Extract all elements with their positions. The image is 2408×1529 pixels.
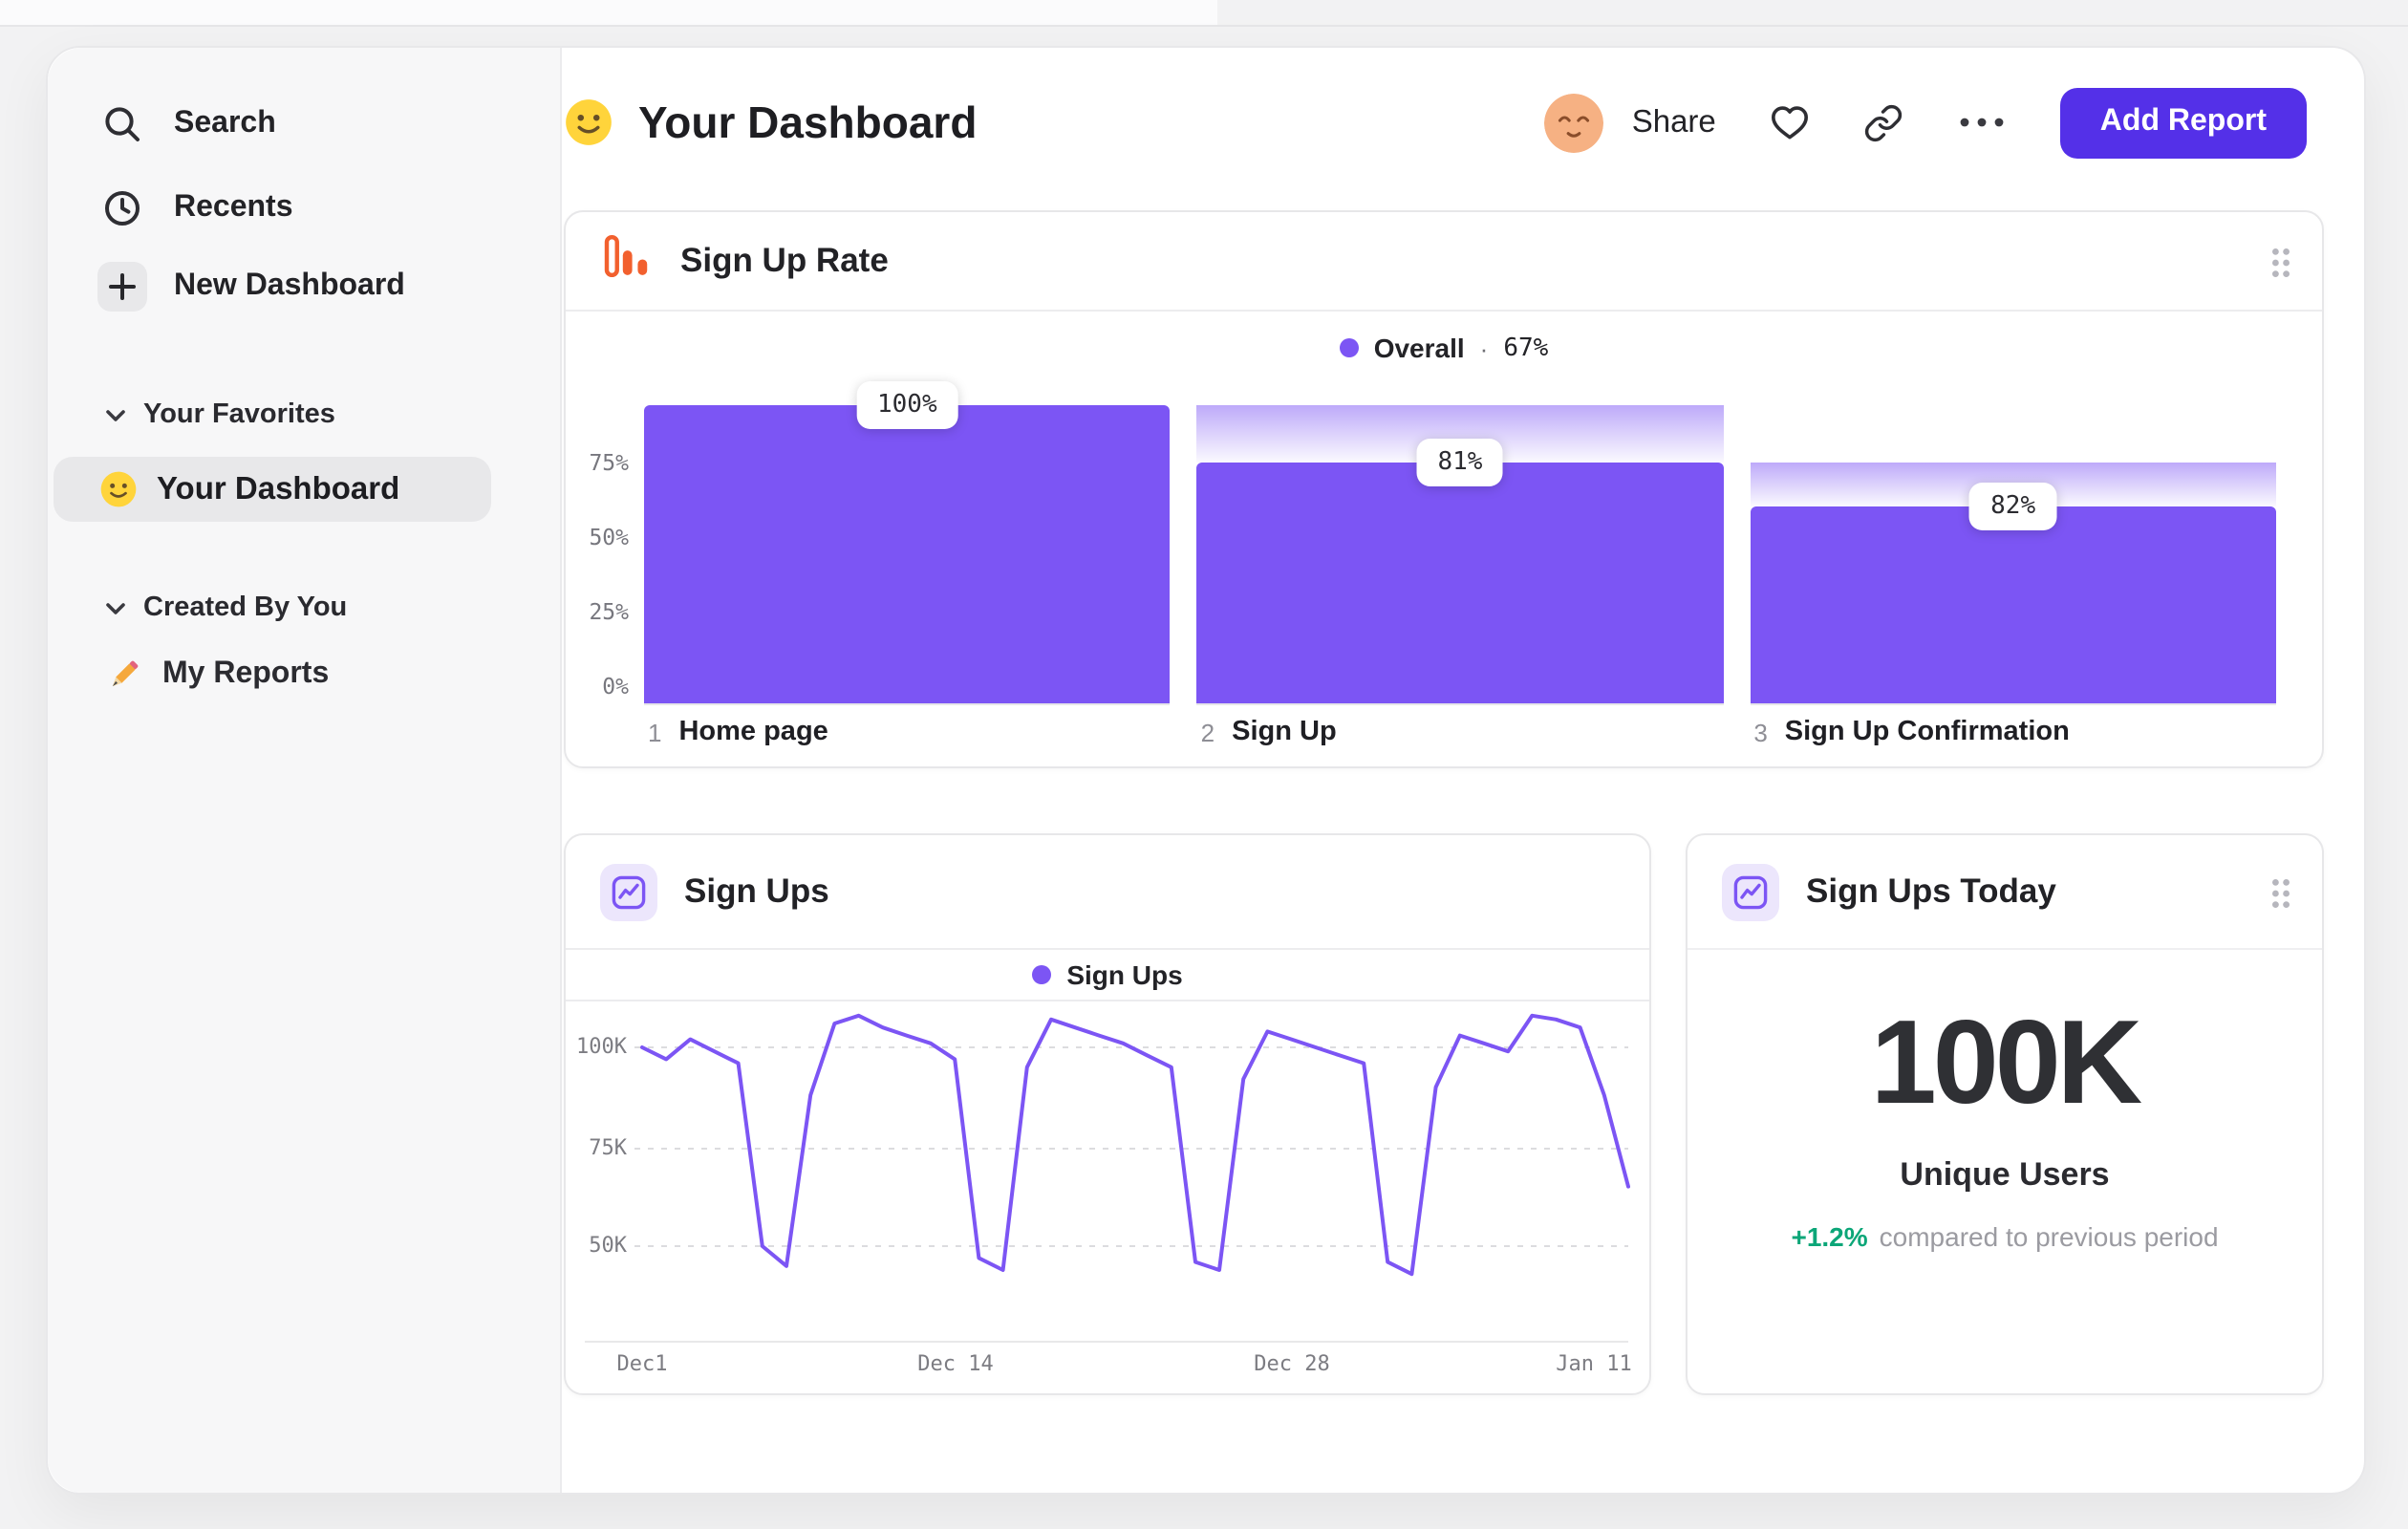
header-actions: Share Add Report (1543, 87, 2307, 158)
funnel-step-home-page: 100% 1 Home page (644, 381, 1171, 747)
step-number: 1 (648, 718, 662, 746)
chevron-down-icon (105, 398, 126, 432)
sidebar-item-new-dashboard[interactable]: New Dashboard (97, 262, 405, 312)
chevron-down-icon (105, 591, 126, 625)
big-number-value: 100K (1870, 998, 2142, 1130)
your-dashboard-label: Your Dashboard (157, 471, 400, 506)
sign-ups-today-card: Sign Ups Today 100K Unique Users +1.2% co… (1686, 833, 2324, 1395)
delta-value: +1.2% (1791, 1221, 1868, 1252)
favorite-heart-icon[interactable] (1770, 103, 1810, 141)
funnel-bar (1750, 506, 2276, 703)
sidebar-item-my-reports[interactable]: My Reports (105, 656, 329, 694)
signup-rate-card: Sign Up Rate Overall · 67% 75% 50% 25% 0… (564, 210, 2324, 768)
drag-handle-icon[interactable] (2270, 877, 2291, 919)
sidebar-section-created-by-you[interactable]: Created By You (105, 591, 347, 625)
funnel-columns: 100% 1 Home page 81% 2 Sign Up 82% 3 Sig… (644, 381, 2276, 747)
legend-label: Overall (1373, 333, 1465, 363)
bar-chart-icon (600, 229, 654, 292)
y-axis-tick: 25% (589, 598, 629, 625)
legend-label: Sign Ups (1066, 959, 1183, 990)
smiley-emoji-icon (99, 470, 138, 508)
line-chart-icon (1722, 863, 1779, 920)
window-top-strip (0, 0, 2408, 27)
card-title: Sign Up Rate (680, 241, 889, 279)
page-title: Your Dashboard (638, 97, 978, 146)
favorites-section-label: Your Favorites (143, 399, 335, 430)
share-button[interactable]: Share (1632, 104, 1716, 140)
sign-ups-card: Sign Ups Sign Ups 100K 75K 50K Dec1 Dec … (564, 833, 1651, 1395)
pencil-icon (105, 656, 143, 694)
smiley-emoji-icon (564, 97, 613, 147)
more-options-icon[interactable] (1957, 115, 2007, 130)
sidebar: Search Recents New Dashboard Your Favori… (48, 48, 562, 1493)
card-title: Sign Ups Today (1806, 872, 2056, 910)
sidebar-new-dashboard-label: New Dashboard (174, 269, 405, 302)
x-axis-tick: Dec 28 (1254, 1351, 1330, 1376)
legend-value: 67% (1503, 334, 1549, 362)
funnel-step-sign-up-confirmation: 82% 3 Sign Up Confirmation (1750, 405, 2276, 747)
legend-dot (1032, 965, 1052, 984)
delta-row: +1.2% compared to previous period (1688, 1221, 2322, 1252)
sidebar-item-your-dashboard[interactable]: Your Dashboard (54, 457, 491, 522)
line-chart-icon (600, 863, 657, 920)
legend-separator: · (1479, 334, 1489, 362)
signup-rate-card-header: Sign Up Rate (566, 212, 2322, 312)
metric-label: Unique Users (1900, 1156, 2110, 1193)
clock-icon (97, 183, 147, 233)
delta-caption: compared to previous period (1879, 1221, 2219, 1252)
sidebar-item-recents[interactable]: Recents (97, 183, 293, 233)
copy-link-icon[interactable] (1863, 102, 1903, 142)
line-chart-area: 100K 75K 50K Dec1 Dec 14 Dec 28 Jan 11 (566, 1001, 1649, 1393)
conversion-chip: 81% (1416, 439, 1504, 486)
page-title-group: Your Dashboard (564, 97, 977, 148)
y-axis-tick: 0% (602, 673, 629, 700)
x-axis-tick: Dec 14 (917, 1351, 994, 1376)
step-label: 2 Sign Up (1201, 717, 1337, 747)
funnel-step-sign-up: 81% 2 Sign Up (1196, 405, 1724, 747)
step-label: 3 Sign Up Confirmation (1753, 717, 2070, 747)
y-axis-tick: 75% (589, 449, 629, 476)
legend-dot (1339, 338, 1359, 357)
sidebar-recents-label: Recents (174, 191, 293, 224)
conversion-chip: 82% (1969, 483, 2057, 530)
funnel-legend[interactable]: Overall · 67% (566, 312, 2322, 384)
y-axis-tick: 50% (589, 524, 629, 550)
share-group: Share (1543, 93, 1716, 152)
sign-ups-today-header: Sign Ups Today (1688, 835, 2322, 950)
step-number: 2 (1200, 718, 1215, 746)
sign-ups-card-header: Sign Ups (566, 835, 1649, 950)
user-avatar[interactable] (1543, 93, 1603, 152)
my-reports-label: My Reports (162, 657, 330, 690)
created-section-label: Created By You (143, 592, 348, 623)
step-name: Sign Up Confirmation (1784, 717, 2070, 747)
search-icon (97, 99, 147, 149)
sidebar-section-your-favorites[interactable]: Your Favorites (105, 398, 335, 432)
x-axis-tick: Jan 11 (1556, 1351, 1632, 1376)
plus-icon (97, 262, 147, 312)
conversion-chip: 100% (856, 381, 958, 429)
step-number: 3 (1753, 718, 1768, 746)
app-window: Search Recents New Dashboard Your Favori… (46, 46, 2366, 1495)
x-axis-tick: Dec1 (616, 1351, 668, 1376)
step-label: 1 Home page (648, 717, 828, 747)
funnel-bar (644, 405, 1171, 703)
drag-handle-icon[interactable] (2270, 247, 2291, 289)
sidebar-search-label: Search (174, 107, 276, 140)
app-root: Search Recents New Dashboard Your Favori… (0, 0, 2408, 1529)
page-header: Your Dashboard Share Add Report (564, 76, 2307, 168)
step-name: Sign Up (1232, 717, 1337, 747)
line-chart-svg (585, 1013, 1630, 1343)
sidebar-item-search[interactable]: Search (97, 99, 276, 149)
add-report-button[interactable]: Add Report (2059, 87, 2307, 158)
step-name: Home page (678, 717, 828, 747)
card-title: Sign Ups (684, 872, 829, 910)
line-legend[interactable]: Sign Ups (566, 950, 1649, 1001)
funnel-bar (1196, 463, 1724, 703)
